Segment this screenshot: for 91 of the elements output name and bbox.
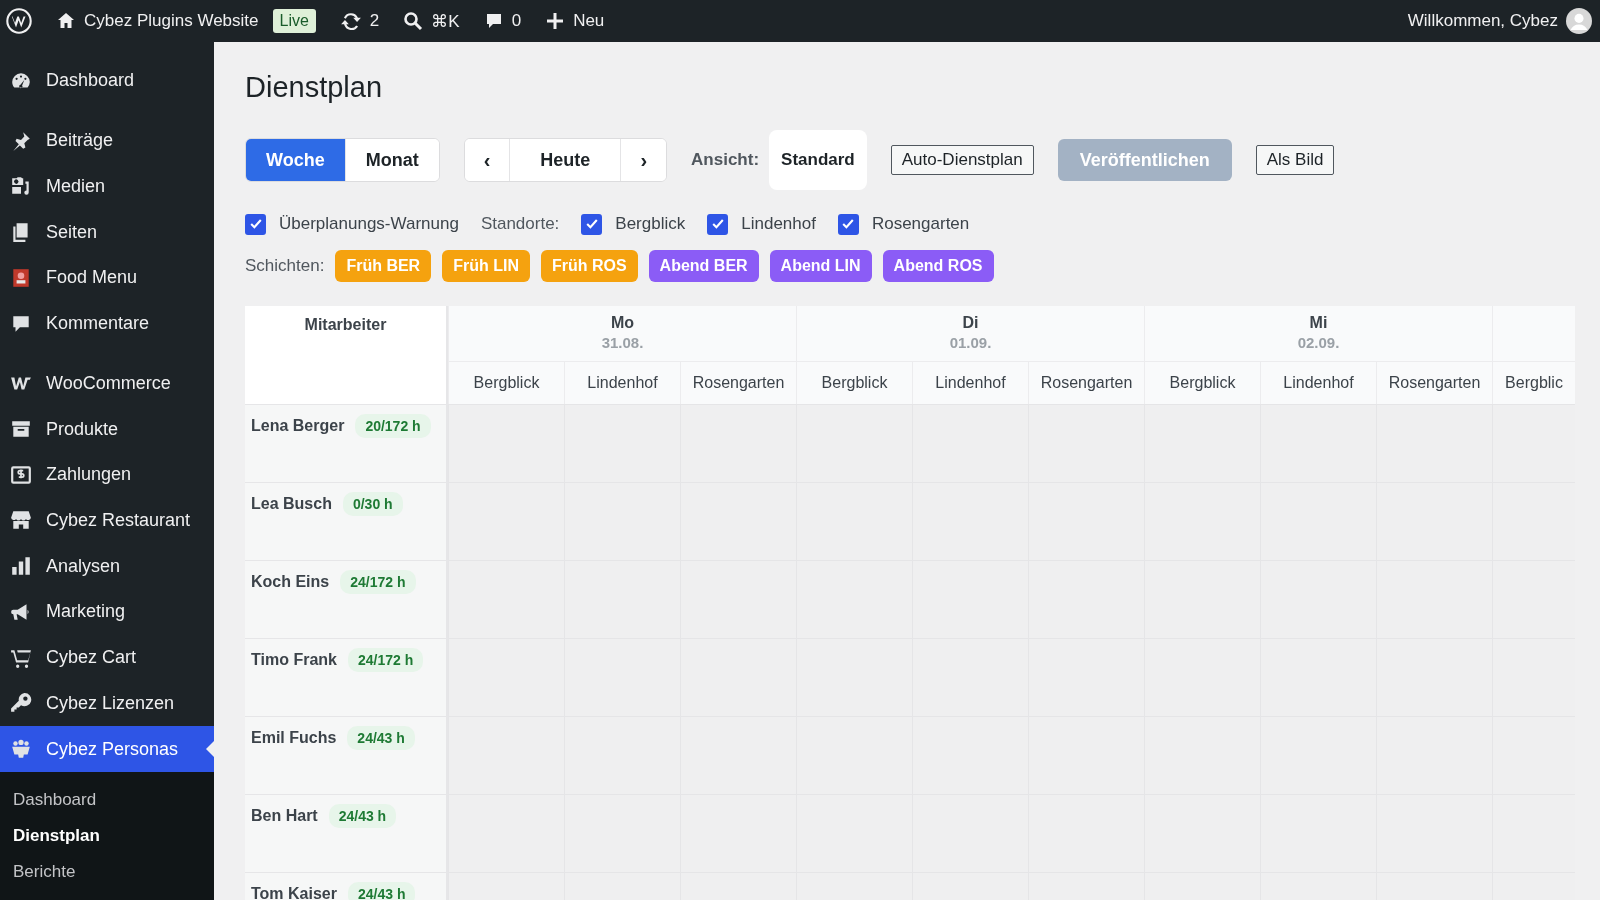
sidebar-item[interactable]: WooCommerce: [0, 360, 214, 407]
submenu-item[interactable]: Berichte: [0, 854, 89, 890]
refresh-icon: [339, 10, 362, 32]
hours-badge: 24/172 h: [347, 648, 424, 672]
checkbox[interactable]: [581, 213, 603, 235]
checkbox-label: Bergblick: [615, 214, 686, 234]
range-tab[interactable]: Monat: [344, 139, 439, 181]
sidebar-item[interactable]: Produkte: [0, 406, 214, 452]
avatar-icon: [1566, 8, 1592, 34]
day-date: 31.08.: [601, 334, 644, 351]
sidebar-item[interactable]: Seiten: [0, 209, 214, 255]
checkbox[interactable]: [245, 213, 266, 235]
comments-link[interactable]: 0: [483, 11, 522, 31]
view-dropdown[interactable]: Standard: [769, 130, 867, 190]
employee-name: Emil Fuchs: [251, 728, 337, 747]
plus-icon: [545, 11, 566, 31]
home-icon: [56, 11, 76, 31]
day-date: 02.09.: [1297, 334, 1340, 351]
employee-name: Ben Hart: [251, 806, 318, 825]
sidebar-item[interactable]: Dashboard: [0, 58, 214, 104]
shift-tag[interactable]: Abend ROS: [882, 250, 994, 282]
checkbox-label: Rosengarten: [871, 214, 970, 234]
hours-badge: 24/43 h: [328, 804, 397, 828]
location-header: Lindenhof: [1260, 362, 1376, 404]
submenu-item[interactable]: Dashboard: [0, 782, 110, 818]
sidebar-item[interactable]: Kommentare: [0, 300, 214, 347]
sidebar-item[interactable]: Cybez Lizenzen: [0, 680, 214, 727]
wordpress-logo-icon[interactable]: [6, 8, 32, 34]
employee-name: Koch Eins: [251, 572, 330, 591]
hours-badge: 0/30 h: [342, 492, 403, 516]
checkbox-label: Überplanungs-Warnung: [279, 214, 459, 234]
location-header: Rosengarten: [680, 362, 796, 404]
day-name: Di: [962, 314, 979, 332]
new-link[interactable]: Neu: [545, 11, 605, 31]
employee-name: Tom Kaiser: [251, 884, 337, 900]
shift-tag[interactable]: Abend BER: [648, 250, 759, 282]
next-button[interactable]: ›: [620, 139, 667, 181]
key-icon: [10, 692, 32, 715]
media-icon: [10, 175, 32, 198]
sidebar-item[interactable]: Cybez Restaurant: [0, 497, 214, 544]
sidebar-item[interactable]: Beiträge: [0, 117, 214, 164]
submenu-item[interactable]: Dienstplan: [0, 818, 113, 854]
page-title: Dienstplan: [245, 71, 384, 104]
location-header: Rosengarten: [1376, 362, 1492, 404]
shifts-label: Schichten:: [245, 256, 325, 276]
shift-tag[interactable]: Abend LIN: [769, 250, 872, 282]
employee-name: Lea Busch: [251, 494, 332, 513]
export-image-button[interactable]: Als Bild: [1255, 145, 1335, 175]
location-header: Lindenhof: [912, 362, 1028, 404]
hours-badge: 24/43 h: [347, 882, 416, 900]
search-icon: [403, 11, 424, 31]
sidebar-item[interactable]: Analysen: [0, 543, 214, 590]
search-link[interactable]: ⌘K: [403, 10, 460, 32]
hours-badge: 24/172 h: [340, 570, 416, 594]
food-menu-icon: [10, 266, 32, 289]
sidebar-item[interactable]: Zahlungen: [0, 451, 214, 498]
location-header: Lindenhof: [564, 362, 680, 404]
sidebar-item[interactable]: Food Menu: [0, 254, 214, 301]
updates-link[interactable]: 2: [339, 10, 380, 32]
bar-chart-icon: [10, 555, 32, 578]
employee-name: Lena Berger: [251, 416, 345, 435]
archive-box-icon: [10, 418, 32, 440]
sidebar-item[interactable]: Marketing: [0, 589, 214, 635]
employee-name: Timo Frank: [251, 650, 337, 669]
locations-label: Standorte:: [480, 214, 560, 234]
checkbox[interactable]: [837, 213, 859, 235]
location-header: Bergblic: [1492, 362, 1575, 404]
location-header: Rosengarten: [1028, 362, 1144, 404]
day-name: Mi: [1309, 314, 1328, 332]
location-header: Bergblick: [1144, 362, 1260, 404]
checkbox[interactable]: [707, 213, 729, 235]
hours-badge: 20/172 h: [355, 414, 431, 438]
hours-badge: 24/43 h: [347, 726, 415, 750]
location-header: Bergblick: [448, 362, 564, 404]
live-badge: Live: [272, 9, 316, 33]
auto-schedule-button[interactable]: Auto-Dienstplan: [890, 145, 1034, 175]
checkbox-label: Lindenhof: [741, 214, 816, 234]
day-date: 01.09.: [949, 334, 992, 351]
range-tab[interactable]: Woche: [246, 139, 345, 181]
dollar-icon: [10, 463, 32, 486]
people-icon: [10, 738, 32, 761]
day-name: Mo: [610, 314, 635, 332]
storefront-icon: [10, 509, 32, 532]
location-header: Bergblick: [796, 362, 912, 404]
sidebar-item[interactable]: Cybez Cart: [0, 634, 214, 681]
view-label: Ansicht:: [691, 150, 760, 170]
sidebar-item[interactable]: Cybez Personas: [0, 726, 214, 772]
column-header: Mitarbeiter: [245, 306, 448, 404]
account-link[interactable]: Willkommen, Cybez: [1407, 8, 1592, 34]
site-home-link[interactable]: Cybez Plugins Website: [56, 11, 259, 31]
sidebar-item[interactable]: Medien: [0, 163, 214, 210]
